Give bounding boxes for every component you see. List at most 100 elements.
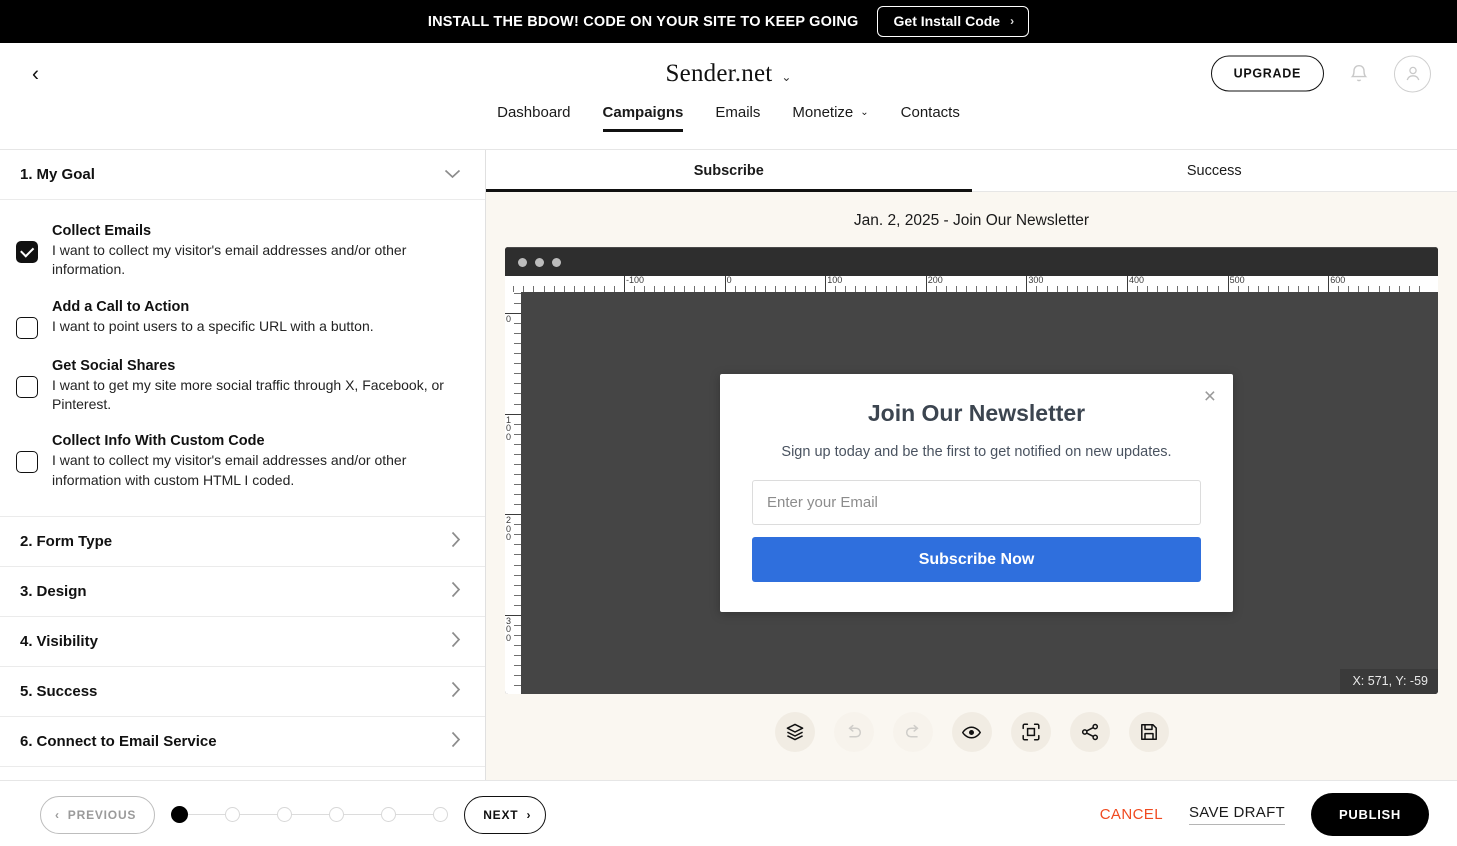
chevron-right-icon: › xyxy=(1010,14,1015,28)
sidebar-section-label: My Goal xyxy=(36,166,95,183)
goal-option-title: Get Social Shares xyxy=(52,357,176,374)
promo-banner: INSTALL THE BDOW! CODE ON YOUR SITE TO K… xyxy=(0,0,1457,43)
goal-option-collect-emails[interactable]: Collect Emails I want to collect my visi… xyxy=(16,214,465,290)
sidebar-item-form-type[interactable]: 2. Form Type xyxy=(0,517,485,567)
sidebar-item-visibility[interactable]: 4. Visibility xyxy=(0,617,485,667)
ruler-minor-tick xyxy=(514,363,521,365)
save-draft-button[interactable]: SAVE DRAFT xyxy=(1188,804,1286,825)
goal-option-custom-code[interactable]: Collect Info With Custom Code I want to … xyxy=(16,424,465,500)
ruler-minor-tick xyxy=(514,333,521,335)
preview-panel: Subscribe Success Jan. 2, 2025 - Join Ou… xyxy=(486,150,1457,780)
ruler-minor-tick xyxy=(514,644,521,646)
step-progress xyxy=(171,806,449,823)
ruler-minor-tick xyxy=(514,463,521,465)
ruler-minor-tick xyxy=(514,393,521,395)
step-dot-3[interactable] xyxy=(277,807,293,822)
sidebar-item-design[interactable]: 3. Design xyxy=(0,567,485,617)
bell-icon[interactable] xyxy=(1348,62,1370,85)
goal-option-social-shares[interactable]: Get Social Shares I want to get my site … xyxy=(16,349,465,425)
upgrade-button[interactable]: UPGRADE xyxy=(1210,55,1324,92)
tab-subscribe[interactable]: Subscribe xyxy=(486,150,972,192)
canvas-toolbar xyxy=(486,694,1457,752)
nav-item-campaigns[interactable]: Campaigns xyxy=(602,104,684,132)
ruler-minor-tick xyxy=(514,634,521,636)
checkbox-social-shares[interactable] xyxy=(16,375,38,398)
goal-option-description: I want to point users to a specific URL … xyxy=(52,317,374,334)
get-install-code-button[interactable]: Get Install Code › xyxy=(876,6,1030,37)
ruler-minor-tick xyxy=(514,655,521,657)
subscribe-popup[interactable]: × Join Our Newsletter Sign up today and … xyxy=(720,374,1233,612)
nav-item-contacts[interactable]: Contacts xyxy=(901,104,960,132)
previous-button[interactable]: ‹ PREVIOUS xyxy=(40,795,156,834)
canvas-stage[interactable]: × Join Our Newsletter Sign up today and … xyxy=(521,292,1438,694)
back-arrow-icon[interactable]: ‹ xyxy=(32,63,39,84)
publish-button[interactable]: PUBLISH xyxy=(1311,793,1429,836)
vertical-ruler[interactable]: 0 100 200 300 xyxy=(505,292,521,694)
sidebar-item-label: Visibility xyxy=(36,632,98,650)
goal-option-call-to-action[interactable]: Add a Call to Action I want to point use… xyxy=(16,290,465,349)
sidebar-item-number: 6. xyxy=(20,732,33,750)
ruler-minor-tick xyxy=(514,433,521,435)
checkbox-custom-code[interactable] xyxy=(16,451,38,474)
ruler-minor-tick xyxy=(514,665,521,667)
checkbox-collect-emails[interactable] xyxy=(16,241,38,263)
ruler-label: 100 xyxy=(827,276,843,285)
tab-success[interactable]: Success xyxy=(971,150,1457,192)
sidebar-item-label: Design xyxy=(36,582,87,600)
checkbox-call-to-action[interactable] xyxy=(16,316,38,339)
share-icon[interactable] xyxy=(1069,712,1110,752)
window-dot-maximize-icon xyxy=(552,257,561,267)
redo-icon[interactable] xyxy=(892,712,933,752)
subscribe-now-button[interactable]: Subscribe Now xyxy=(752,537,1201,582)
fit-to-screen-icon[interactable] xyxy=(1010,712,1051,752)
brand-selector[interactable]: Sender.net ⌄ xyxy=(666,60,792,88)
chevron-down-icon: ⌄ xyxy=(781,69,792,84)
layers-icon[interactable] xyxy=(774,712,815,752)
chevron-right-icon xyxy=(451,731,461,752)
sidebar-item-number: 4. xyxy=(20,632,33,650)
nav-label: Campaigns xyxy=(602,104,684,121)
chevron-down-icon xyxy=(444,166,461,183)
save-icon[interactable] xyxy=(1128,712,1169,752)
window-dot-minimize-icon xyxy=(535,257,544,267)
preview-tabs: Subscribe Success xyxy=(486,150,1457,192)
step-connector xyxy=(344,814,382,815)
goal-option-description: I want to collect my visitor's email add… xyxy=(52,452,407,488)
ruler-label: 0 xyxy=(506,314,512,324)
popup-title: Join Our Newsletter xyxy=(867,400,1086,426)
undo-icon[interactable] xyxy=(833,712,874,752)
cancel-button[interactable]: CANCEL xyxy=(1100,806,1163,823)
ruler-label: 0 xyxy=(726,276,732,285)
nav-item-dashboard[interactable]: Dashboard xyxy=(497,104,570,132)
nav-item-emails[interactable]: Emails xyxy=(715,104,760,132)
avatar[interactable] xyxy=(1394,55,1431,92)
eye-preview-icon[interactable] xyxy=(951,712,992,752)
nav-item-monetize[interactable]: Monetize ⌄ xyxy=(792,104,868,132)
design-canvas: -100 0 100 200 300 400 500 600 0 100 200 300 × Joi… xyxy=(505,247,1438,694)
wizard-footer: ‹ PREVIOUS NEXT › CANCEL SAVE DRAFT PUBL… xyxy=(0,780,1457,846)
sidebar-item-success[interactable]: 5. Success xyxy=(0,667,485,717)
ruler-minor-tick xyxy=(514,685,521,687)
sidebar-item-number: 5. xyxy=(20,682,33,700)
ruler-minor-tick xyxy=(514,453,521,455)
popup-subtitle: Sign up today and be the first to get no… xyxy=(781,444,1172,460)
next-button[interactable]: NEXT › xyxy=(464,795,547,834)
step-dot-1[interactable] xyxy=(171,806,189,823)
cursor-coordinates: X: 571, Y: -59 xyxy=(1340,669,1438,694)
horizontal-ruler[interactable]: -100 0 100 200 300 400 500 600 xyxy=(505,276,1438,292)
ruler-label: 500 xyxy=(1229,276,1245,285)
email-input[interactable] xyxy=(752,480,1201,525)
step-dot-6[interactable] xyxy=(433,807,449,822)
sidebar-section-my-goal[interactable]: 1. My Goal xyxy=(0,150,485,200)
step-dot-2[interactable] xyxy=(225,807,241,822)
nav-label: Emails xyxy=(715,104,761,121)
sidebar-item-connect-email-service[interactable]: 6. Connect to Email Service xyxy=(0,717,485,767)
goal-option-title: Add a Call to Action xyxy=(52,298,190,315)
close-icon[interactable]: × xyxy=(1204,386,1216,407)
brand-name: Sender.net xyxy=(665,59,773,87)
step-dot-5[interactable] xyxy=(381,807,397,822)
ruler-minor-tick xyxy=(514,473,521,475)
sidebar-section-title: 1. My Goal xyxy=(20,166,95,183)
step-dot-4[interactable] xyxy=(329,807,345,822)
ruler-minor-tick xyxy=(514,323,521,325)
